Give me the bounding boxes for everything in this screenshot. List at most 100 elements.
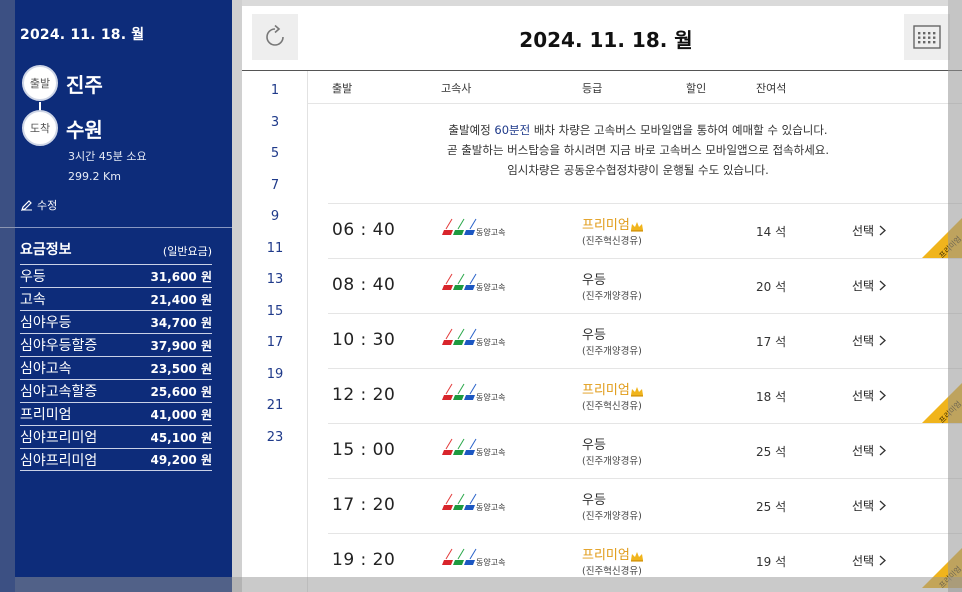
route-via: (진주혁신경유) — [582, 236, 642, 247]
company-logo: 동양고속 — [440, 382, 520, 408]
hour-link[interactable]: 19 — [242, 367, 308, 382]
chevron-right-icon — [879, 335, 887, 346]
chevron-right-icon — [879, 500, 887, 511]
overlay-edge-top — [242, 0, 948, 6]
chevron-right-icon — [879, 445, 887, 456]
route-via: (진주개양경유) — [582, 291, 642, 302]
notice-text: 배차 차량은 고속버스 모바일앱을 통하여 예매할 수 있습니다. — [530, 123, 828, 137]
fare-title: 요금정보 — [20, 242, 72, 258]
hour-link[interactable]: 9 — [242, 209, 308, 224]
edit-icon — [21, 200, 32, 211]
hour-link[interactable]: 21 — [242, 398, 308, 413]
fare-name: 프리미엄 — [20, 407, 72, 423]
departure-time: 06 : 40 — [332, 220, 396, 240]
crown-icon — [631, 387, 643, 397]
arrive-name: 수원 — [66, 117, 103, 142]
header-divider — [242, 70, 962, 71]
hour-link[interactable]: 15 — [242, 304, 308, 319]
bus-company-logo-icon: 동양고속 — [442, 438, 505, 457]
depart-badge: 출발 — [22, 65, 58, 101]
bus-company-logo-icon: 동양고속 — [442, 383, 505, 402]
departure-time: 12 : 20 — [332, 385, 396, 405]
fare-list: 우등 31,600 원 고속 21,400 원 심야우등 34,700 원 심야우등할… — [20, 264, 212, 471]
edit-label: 수정 — [37, 199, 58, 212]
route-via: (진주개양경유) — [582, 456, 642, 467]
select-button[interactable]: 선택 — [852, 497, 887, 514]
bus-company-logo-icon: 동양고속 — [442, 493, 505, 512]
edit-route-button[interactable]: 수정 — [20, 197, 57, 213]
fare-name: 심야프리미엄 — [20, 452, 98, 469]
crown-icon — [631, 222, 643, 232]
hour-link[interactable]: 3 — [242, 115, 308, 130]
remaining-seats: 17 석 — [756, 335, 787, 349]
fare-row: 우등 31,600 원 — [20, 264, 212, 287]
col-company: 고속사 — [441, 82, 472, 95]
remaining-seats: 25 석 — [756, 445, 787, 459]
refresh-icon — [266, 24, 284, 46]
select-button[interactable]: 선택 — [852, 552, 887, 569]
chevron-right-icon — [879, 555, 887, 566]
select-label: 선택 — [852, 389, 875, 403]
col-grade: 등급 — [582, 82, 603, 95]
col-depart: 출발 — [332, 82, 353, 95]
select-button[interactable]: 선택 — [852, 442, 887, 459]
departure-time: 19 : 20 — [332, 550, 396, 570]
fare-subtitle: (일반요금) — [162, 245, 212, 258]
fare-row: 프리미엄 41,000 원 — [20, 402, 212, 425]
hour-link[interactable]: 23 — [242, 430, 308, 445]
sidebar-date: 2024. 11. 18. 월 — [20, 27, 145, 43]
fare-price: 45,100 원 — [150, 430, 212, 445]
select-button[interactable]: 선택 — [852, 222, 887, 239]
select-label: 선택 — [852, 554, 875, 568]
select-label: 선택 — [852, 334, 875, 348]
select-button[interactable]: 선택 — [852, 277, 887, 294]
bus-grade: 우등 — [582, 273, 606, 288]
arrival-stop: 도착 수원 — [22, 110, 103, 146]
chevron-right-icon — [879, 390, 887, 401]
hour-link[interactable]: 1 — [242, 83, 308, 98]
fare-row: 고속 21,400 원 — [20, 287, 212, 310]
fare-name: 심야프리미엄 — [20, 430, 98, 446]
remaining-seats: 14 석 — [756, 225, 787, 239]
overlay-edge-right — [948, 0, 962, 592]
calendar-icon — [913, 25, 941, 49]
company-name: 동양고속 — [476, 448, 505, 457]
schedule-row: 12 : 20동양고속프리미엄(진주혁신경유)18 석선택프리미엄 — [328, 368, 962, 423]
company-logo: 동양고속 — [440, 217, 520, 243]
select-label: 선택 — [852, 499, 875, 513]
schedule-row: 06 : 40동양고속프리미엄(진주혁신경유)14 석선택프리미엄 — [328, 203, 962, 258]
col-discount: 할인 — [686, 82, 707, 95]
company-name: 동양고속 — [476, 338, 505, 347]
company-name: 동양고속 — [476, 228, 505, 237]
select-button[interactable]: 선택 — [852, 332, 887, 349]
fare-price: 21,400 원 — [150, 292, 212, 307]
hour-filter-column: 1 3 5 7 9 11 13 15 17 19 21 23 — [242, 71, 308, 592]
route-via: (진주혁신경유) — [582, 566, 642, 577]
fare-name: 심야우등 — [20, 315, 72, 331]
hour-link[interactable]: 17 — [242, 335, 308, 350]
fare-price: 31,600 원 — [150, 269, 212, 284]
company-logo: 동양고속 — [440, 272, 520, 298]
fare-price: 25,600 원 — [150, 384, 212, 399]
select-button[interactable]: 선택 — [852, 387, 887, 404]
company-name: 동양고속 — [476, 558, 505, 567]
company-logo: 동양고속 — [440, 327, 520, 353]
fare-row: 심야우등 34,700 원 — [20, 310, 212, 333]
notice-line-1: 출발예정 60분전 배차 차량은 고속버스 모바일앱을 통하여 예매할 수 있습… — [328, 120, 948, 140]
fare-name: 심야고속할증 — [20, 384, 98, 400]
arrive-badge: 도착 — [22, 110, 58, 146]
fare-header: 요금정보 (일반요금) — [20, 239, 212, 259]
calendar-button[interactable] — [904, 14, 950, 60]
crown-icon — [631, 552, 643, 562]
hour-link[interactable]: 11 — [242, 241, 308, 256]
hour-link[interactable]: 13 — [242, 272, 308, 287]
select-label: 선택 — [852, 224, 875, 238]
bus-company-logo-icon: 동양고속 — [442, 328, 505, 347]
notice-line-2: 곧 출발하는 버스탑승을 하시려면 지금 바로 고속버스 모바일앱으로 접속하세… — [446, 143, 830, 157]
refresh-button[interactable] — [252, 14, 298, 60]
schedule-row: 15 : 00 동양고속 우등 (진주개양경유) 25 석 선택 — [328, 423, 962, 478]
fare-name: 고속 — [20, 292, 46, 308]
hour-link[interactable]: 5 — [242, 146, 308, 161]
hour-link[interactable]: 7 — [242, 178, 308, 193]
departure-stop: 출발 진주 — [22, 65, 103, 101]
